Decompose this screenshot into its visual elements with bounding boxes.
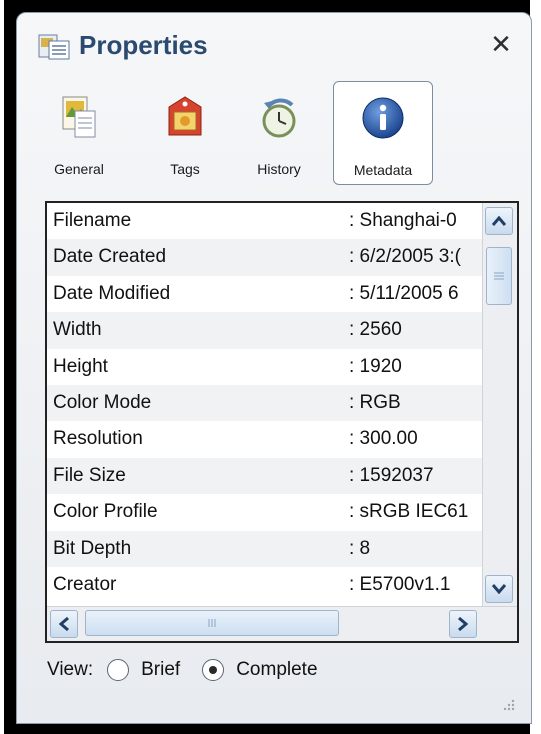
tab-label: Metadata	[353, 162, 413, 178]
field-value: : 5/11/2005 6	[349, 282, 459, 304]
properties-window: Properties ✕ General Tags History Metada…	[16, 12, 532, 724]
image-document-icon	[62, 96, 96, 138]
tab-metadata[interactable]: Metadata	[333, 81, 433, 185]
info-icon	[362, 97, 404, 139]
close-button[interactable]: ✕	[485, 29, 517, 61]
list-item[interactable]: Height : 1920	[47, 349, 485, 385]
field-value: : 8	[349, 537, 371, 559]
field-value: : 1592037	[349, 464, 434, 486]
list-item[interactable]: Bit Depth : 8	[47, 530, 485, 567]
clock-history-icon	[262, 98, 296, 138]
chevron-left-icon	[58, 616, 69, 632]
field-name: Height	[53, 355, 108, 377]
tab-history[interactable]: History	[241, 81, 317, 185]
tab-general[interactable]: General	[41, 81, 117, 185]
tag-picture-icon	[168, 96, 202, 136]
horizontal-scroll-thumb[interactable]	[85, 610, 339, 636]
window-title: Properties	[79, 30, 208, 60]
vertical-scroll-thumb[interactable]	[486, 247, 512, 305]
list-item[interactable]: Date Modified : 5/11/2005 6	[47, 276, 485, 312]
field-name: Width	[53, 319, 102, 341]
list-item[interactable]: Date Created : 6/2/2005 3:(	[47, 239, 485, 276]
complete-radio[interactable]	[202, 659, 225, 681]
horizontal-scrollbar[interactable]	[47, 606, 517, 641]
list-item[interactable]: Color Profile : sRGB IEC61	[47, 494, 485, 530]
close-icon: ✕	[490, 30, 512, 60]
field-name: Date Created	[53, 246, 167, 268]
grip-icon	[208, 619, 216, 627]
metadata-panel: Filename : Shanghai-0 Date Created : 6/2/2…	[45, 201, 519, 643]
chevron-up-icon	[491, 215, 507, 226]
list-item[interactable]: File Size : 1592037	[47, 457, 485, 495]
field-value: : 300.00	[349, 428, 418, 450]
field-name: Date Modified	[53, 282, 171, 304]
list-item[interactable]: Resolution : 300.00	[47, 421, 485, 457]
vertical-scrollbar[interactable]	[482, 203, 517, 607]
view-options: View: Brief Complete	[47, 655, 318, 685]
chevron-right-icon	[458, 616, 469, 632]
scroll-down-button[interactable]	[485, 575, 513, 603]
field-value: : RGB	[349, 391, 401, 413]
field-value: : 1920	[349, 355, 402, 377]
tab-label: History	[257, 161, 301, 177]
tab-toolbar: General Tags History Metadata	[41, 81, 511, 185]
complete-label[interactable]: Complete	[236, 659, 317, 681]
tab-tags[interactable]: Tags	[147, 81, 223, 185]
tab-label: General	[54, 161, 104, 177]
grip-icon	[494, 272, 504, 280]
metadata-list: Filename : Shanghai-0 Date Created : 6/2/2…	[47, 203, 485, 607]
field-name: Filename	[53, 210, 132, 231]
field-name: Creator	[53, 573, 117, 595]
field-value: : sRGB IEC61	[349, 501, 469, 523]
chevron-down-icon	[491, 584, 507, 595]
resize-grip-icon[interactable]	[501, 697, 515, 711]
window-frame: Properties ✕ General Tags History Metada…	[4, 0, 532, 734]
list-item[interactable]: Color Mode : RGB	[47, 384, 485, 422]
list-item[interactable]: Width : 2560	[47, 312, 485, 349]
brief-label[interactable]: Brief	[141, 659, 180, 681]
scroll-left-button[interactable]	[50, 610, 78, 638]
list-item[interactable]: Creator : E5700v1.1	[47, 567, 485, 603]
field-name: Color Mode	[53, 391, 152, 413]
scroll-right-button[interactable]	[449, 610, 477, 638]
field-name: Resolution	[53, 428, 143, 450]
field-value: : 2560	[349, 319, 402, 341]
field-value: : E5700v1.1	[349, 573, 451, 595]
field-name: File Size	[53, 464, 126, 486]
brief-radio[interactable]	[107, 659, 130, 681]
scroll-up-button[interactable]	[485, 207, 513, 235]
tab-label: Tags	[170, 161, 200, 177]
view-label: View:	[47, 659, 94, 680]
field-name: Bit Depth	[53, 537, 132, 559]
field-value: : Shanghai-0	[349, 210, 457, 231]
field-value: : 6/2/2005 3:(	[349, 246, 461, 268]
field-name: Color Profile	[53, 501, 158, 523]
title-bar: Properties ✕	[17, 13, 531, 77]
properties-icon	[38, 34, 70, 60]
list-item[interactable]: Filename : Shanghai-0	[47, 203, 485, 239]
